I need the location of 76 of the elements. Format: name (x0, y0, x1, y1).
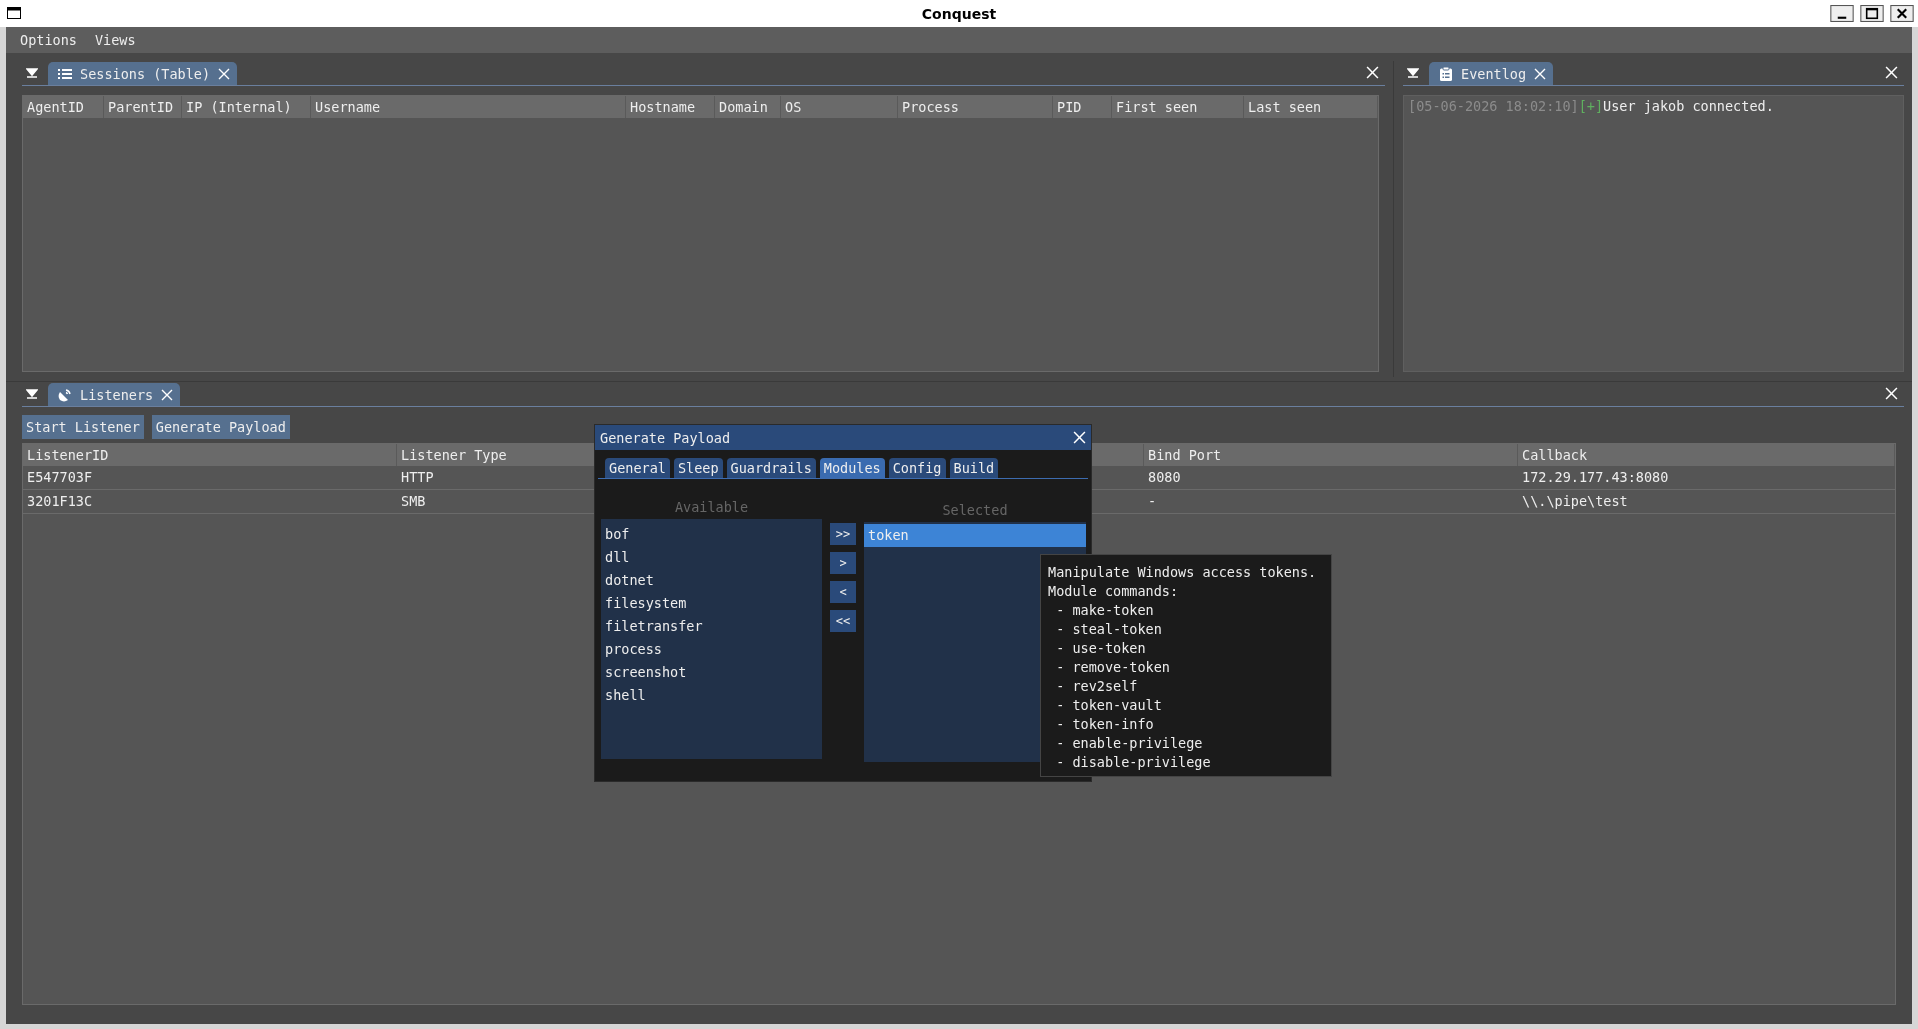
list-label: Available (674, 499, 749, 517)
column-header[interactable]: ListenerID (23, 444, 113, 466)
dialog-tab[interactable]: General (605, 458, 670, 478)
dock-tab[interactable]: Sessions (Table) (48, 62, 238, 85)
tooltip-line: - token-vault (1055, 696, 1163, 715)
toolbar-button[interactable]: Generate Payload (151, 415, 290, 439)
column-header[interactable]: Last seen (1244, 96, 1378, 118)
tooltip-line: - use-token (1055, 639, 1147, 658)
toolbar-button[interactable]: Start Listener (22, 415, 144, 439)
column-header[interactable]: IP (Internal) (182, 96, 311, 118)
dialog-tab[interactable]: Build (949, 458, 999, 478)
column-header[interactable]: OS (781, 96, 898, 118)
tooltip-line: - disable-privilege (1055, 753, 1212, 772)
move-button[interactable]: < (830, 581, 856, 603)
column-header[interactable]: PID (1053, 96, 1112, 118)
collapse-icon[interactable] (26, 388, 38, 400)
dialog-tab[interactable]: Sleep (673, 458, 723, 478)
column-header[interactable]: Hostname (626, 96, 715, 118)
dialog-tab[interactable]: Config (888, 458, 946, 478)
table-cell-text: 8080 (1147, 468, 1182, 487)
dock-tab[interactable]: Eventlog (1429, 62, 1554, 85)
column-header[interactable]: Listener Type (397, 444, 511, 466)
list-item[interactable]: dll (601, 546, 822, 569)
table-cell-text: SMB (400, 492, 427, 511)
column-header[interactable]: AgentID (23, 96, 104, 118)
dialog-tab[interactable]: Modules (819, 458, 885, 478)
tooltip-line: - enable-privilege (1055, 734, 1204, 753)
menu-item[interactable]: Options (20, 32, 77, 48)
tooltip-line: - token-info (1055, 715, 1155, 734)
dialog-title: Generate Payload (600, 429, 731, 446)
dock-tab[interactable]: Listeners (48, 383, 181, 406)
list-item[interactable]: shell (601, 684, 822, 707)
window-title: Conquest (921, 5, 997, 22)
column-header[interactable]: Process (898, 96, 1053, 118)
table-cell-text: \\.\pipe\test (1521, 492, 1629, 511)
table-cell-text: E547703F (26, 468, 94, 487)
dialog-tab[interactable]: Guardrails (726, 458, 816, 478)
satellite-icon (58, 387, 72, 402)
table-cell-text: 3201F13C (26, 492, 94, 511)
list-item[interactable]: bof (601, 523, 822, 546)
column-header[interactable]: ParentID (104, 96, 182, 118)
log-message: User jakob connected. (1603, 98, 1774, 114)
tooltip-line: - rev2self (1055, 677, 1139, 696)
table-cell-text: HTTP (400, 468, 435, 487)
list-item[interactable]: dotnet (601, 569, 822, 592)
tooltip-line: - make-token (1055, 601, 1155, 620)
tooltip-line: - steal-token (1055, 620, 1163, 639)
menu-item[interactable]: Views (94, 32, 136, 48)
collapse-icon[interactable] (26, 67, 38, 79)
window-icon (7, 7, 21, 19)
list-item[interactable]: filetransfer (601, 615, 822, 638)
column-header[interactable]: Domain (715, 96, 781, 118)
list-item[interactable]: process (601, 638, 822, 661)
list-item[interactable]: filesystem (601, 592, 822, 615)
tooltip-line: Manipulate Windows access tokens. (1048, 563, 1318, 582)
close-icon[interactable] (1890, 5, 1914, 22)
maximize-icon[interactable] (1860, 5, 1884, 22)
column-header[interactable]: Callback (1518, 444, 1592, 466)
list-item[interactable]: token (864, 524, 1086, 547)
column-header[interactable]: First seen (1112, 96, 1244, 118)
log-tag: [+] (1578, 98, 1604, 114)
move-button[interactable]: << (830, 610, 856, 632)
clipboard-icon (1439, 66, 1453, 81)
tooltip-line: - remove-token (1055, 658, 1171, 677)
table-cell-text: 172.29.177.43:8080 (1521, 468, 1670, 487)
list-item[interactable]: screenshot (601, 661, 822, 684)
list-label: Selected (942, 502, 1008, 520)
column-header[interactable]: Bind Port (1144, 444, 1226, 466)
move-button[interactable]: >> (830, 523, 856, 545)
table-cell-text: - (1147, 492, 1158, 511)
minimize-icon[interactable] (1830, 5, 1854, 22)
tooltip-line: Module commands: (1048, 582, 1180, 601)
collapse-icon[interactable] (1407, 67, 1419, 79)
column-header[interactable]: Username (311, 96, 626, 118)
move-button[interactable]: > (830, 552, 856, 574)
list-icon (58, 66, 72, 81)
